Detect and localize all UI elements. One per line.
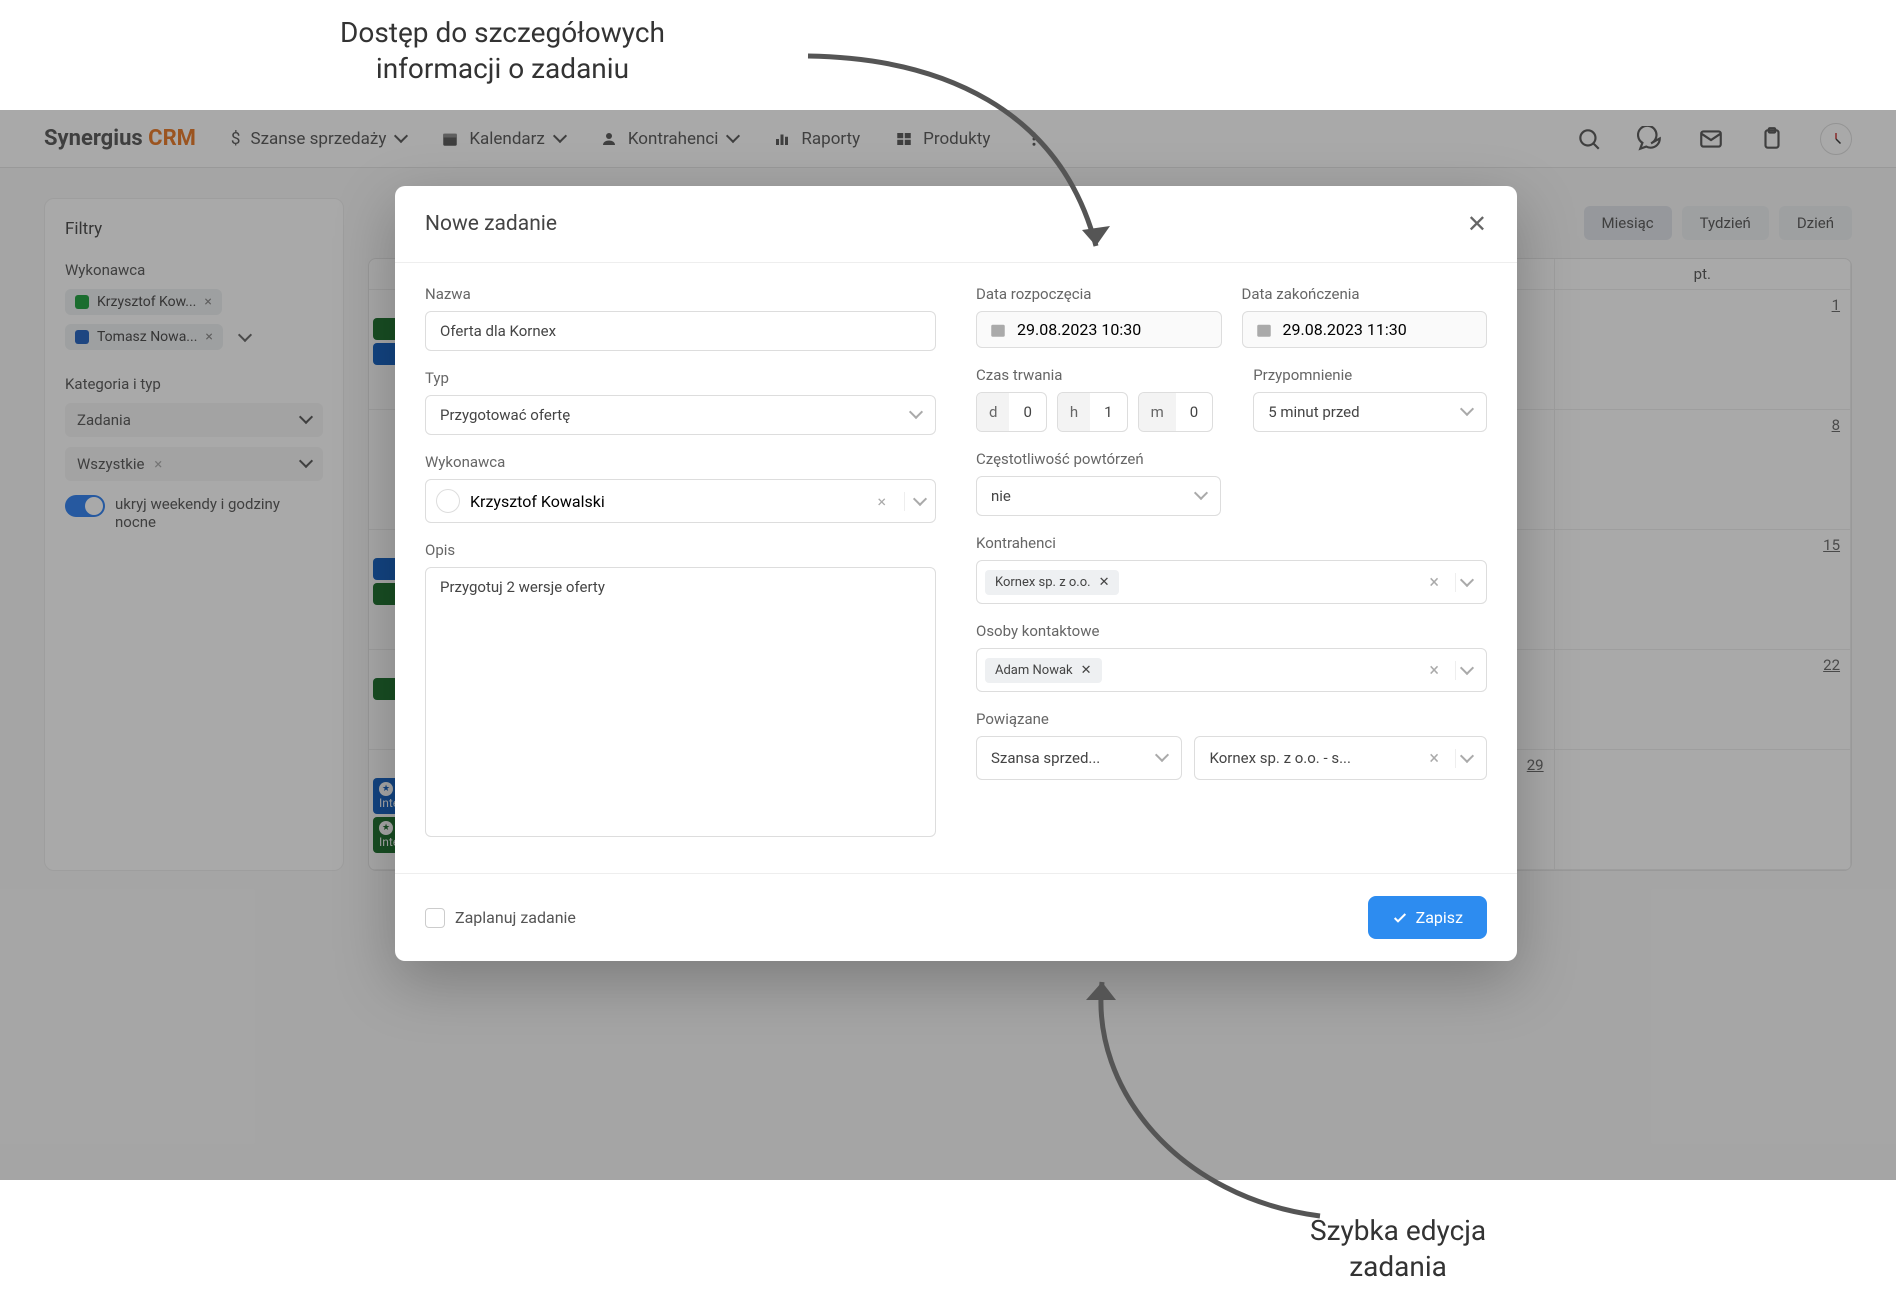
start-date-input[interactable]: 29.08.2023 10:30 (976, 311, 1222, 348)
typ-label: Typ (425, 369, 936, 387)
close-icon[interactable]: ✕ (1467, 210, 1487, 238)
osoby-select[interactable]: Adam Nowak✕ × (976, 648, 1487, 692)
chevron-down-icon (1157, 749, 1167, 767)
chevron-down-icon (1196, 487, 1206, 505)
wykonawca-select[interactable]: Krzysztof Kowalski × (425, 479, 936, 523)
powiazane-type-select[interactable]: Szansa sprzed... (976, 736, 1182, 780)
arrow-bottom (1080, 960, 1340, 1230)
clear-icon[interactable]: × (1421, 572, 1447, 593)
opis-textarea[interactable]: Przygotuj 2 wersje oferty (425, 567, 936, 837)
arrow-top (800, 48, 1130, 278)
powiazane-label: Powiązane (976, 710, 1487, 728)
powiazane-value-select[interactable]: Kornex sp. z o.o. - s... × (1194, 736, 1487, 780)
end-date-label: Data zakończenia (1242, 285, 1488, 303)
reminder-label: Przypomnienie (1253, 366, 1487, 384)
clear-icon[interactable]: × (869, 492, 894, 511)
chevron-down-icon (1455, 661, 1478, 680)
clear-icon[interactable]: × (1421, 748, 1447, 769)
clear-icon[interactable]: × (1421, 660, 1447, 681)
tag-remove-icon[interactable]: ✕ (1099, 575, 1110, 590)
duration-minutes[interactable]: m0 (1138, 392, 1214, 432)
reminder-select[interactable]: 5 minut przed (1253, 392, 1487, 432)
duration-label: Czas trwania (976, 366, 1233, 384)
chevron-down-icon (911, 406, 921, 424)
typ-select[interactable]: Przygotować ofertę (425, 395, 936, 435)
person-avatar-icon (436, 489, 460, 513)
osoby-label: Osoby kontaktowe (976, 622, 1487, 640)
check-icon (1392, 910, 1408, 926)
chevron-down-icon (904, 492, 925, 511)
duration-hours[interactable]: h1 (1057, 392, 1128, 432)
calendar-icon (1255, 321, 1273, 339)
duration-days[interactable]: d0 (976, 392, 1047, 432)
chevron-down-icon (1455, 749, 1478, 768)
wykonawca-label: Wykonawca (425, 453, 936, 471)
tag-remove-icon[interactable]: ✕ (1081, 663, 1092, 678)
nazwa-label: Nazwa (425, 285, 936, 303)
nazwa-input[interactable] (425, 311, 936, 351)
start-date-label: Data rozpoczęcia (976, 285, 1222, 303)
new-task-modal: Nowe zadanie ✕ Nazwa Typ Przygotować ofer… (395, 186, 1517, 961)
kontrahenci-label: Kontrahenci (976, 534, 1487, 552)
end-date-input[interactable]: 29.08.2023 11:30 (1242, 311, 1488, 348)
chevron-down-icon (1462, 403, 1472, 421)
chevron-down-icon (1455, 573, 1478, 592)
repeat-select[interactable]: nie (976, 476, 1221, 516)
repeat-label: Częstotliwość powtórzeń (976, 450, 1487, 468)
modal-title: Nowe zadanie (425, 212, 557, 236)
kontrahenci-select[interactable]: Kornex sp. z o.o.✕ × (976, 560, 1487, 604)
opis-label: Opis (425, 541, 936, 559)
plan-task-checkbox[interactable]: Zaplanuj zadanie (425, 908, 576, 928)
annotation-bottom: Szybka edycjazadania (1310, 1213, 1486, 1286)
calendar-icon (989, 321, 1007, 339)
annotation-top: Dostęp do szczegółowychinformacji o zada… (340, 15, 665, 88)
save-button[interactable]: Zapisz (1368, 896, 1487, 939)
